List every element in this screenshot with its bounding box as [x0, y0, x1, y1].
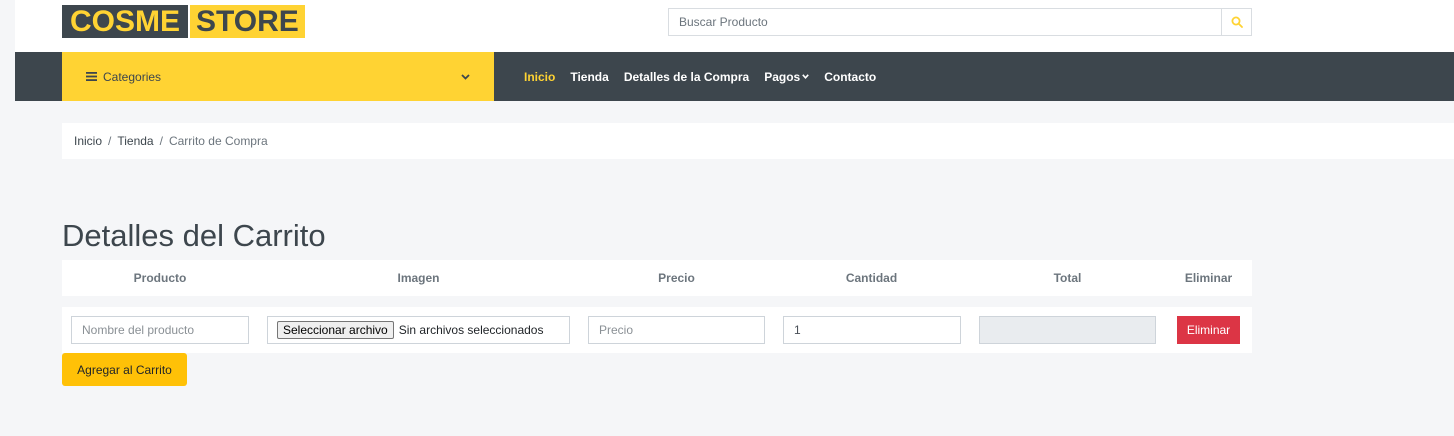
header-total: Total: [1053, 271, 1082, 285]
total-field: [979, 316, 1156, 344]
breadcrumb-current: Carrito de Compra: [168, 134, 268, 148]
header-imagen: Imagen: [397, 271, 440, 285]
delete-button[interactable]: Eliminar: [1177, 316, 1240, 344]
search-form: [668, 8, 1252, 36]
categories-dropdown[interactable]: Categories: [62, 52, 494, 101]
quantity-input[interactable]: 1: [783, 316, 961, 344]
nav-item-pagos-label: Pagos: [764, 69, 801, 84]
logo-part-2: STORE: [190, 5, 305, 38]
breadcrumb-tienda[interactable]: Tienda: [117, 134, 153, 148]
image-file-input[interactable]: Seleccionar archivo Sin archivos selecci…: [267, 316, 570, 344]
main-menu: Inicio Tienda Detalles de la Compra Pago…: [524, 52, 876, 101]
add-to-cart-button[interactable]: Agregar al Carrito: [62, 353, 187, 386]
table-row: Nombre del producto Seleccionar archivo …: [62, 307, 1252, 353]
logo[interactable]: COSME STORE: [62, 5, 305, 38]
nav-item-tienda[interactable]: Tienda: [570, 70, 608, 84]
nav-item-pagos[interactable]: Pagos: [764, 69, 810, 84]
nav-item-contacto[interactable]: Contacto: [824, 70, 876, 84]
header-cantidad: Cantidad: [845, 271, 898, 285]
nav-item-detalles-compra[interactable]: Detalles de la Compra: [624, 70, 749, 84]
header-precio: Precio: [658, 271, 695, 285]
header-eliminar: Eliminar: [1184, 271, 1233, 285]
page-title: Detalles del Carrito: [62, 218, 326, 253]
chevron-down-icon: [802, 74, 810, 79]
nav-item-inicio[interactable]: Inicio: [524, 70, 555, 84]
product-name-input[interactable]: Nombre del producto: [71, 316, 249, 344]
bars-icon: [86, 72, 97, 81]
breadcrumb-separator: /: [159, 134, 163, 148]
choose-file-button[interactable]: Seleccionar archivo: [277, 321, 394, 339]
file-status: Sin archivos seleccionados: [398, 323, 544, 337]
breadcrumb-separator: /: [108, 134, 112, 148]
categories-label: Categories: [103, 69, 162, 84]
chevron-down-icon: [461, 73, 470, 80]
search-icon: [1231, 16, 1243, 28]
search-input[interactable]: [668, 8, 1221, 36]
table-header: Producto Imagen Precio Cantidad Total El…: [62, 260, 1252, 296]
search-button[interactable]: [1221, 8, 1252, 36]
price-input[interactable]: Precio: [588, 316, 765, 344]
logo-part-1: COSME: [62, 5, 189, 38]
header-producto: Producto: [133, 271, 187, 285]
breadcrumb-inicio[interactable]: Inicio: [74, 134, 102, 148]
breadcrumb: Inicio / Tienda / Carrito de Compra: [62, 123, 1454, 159]
